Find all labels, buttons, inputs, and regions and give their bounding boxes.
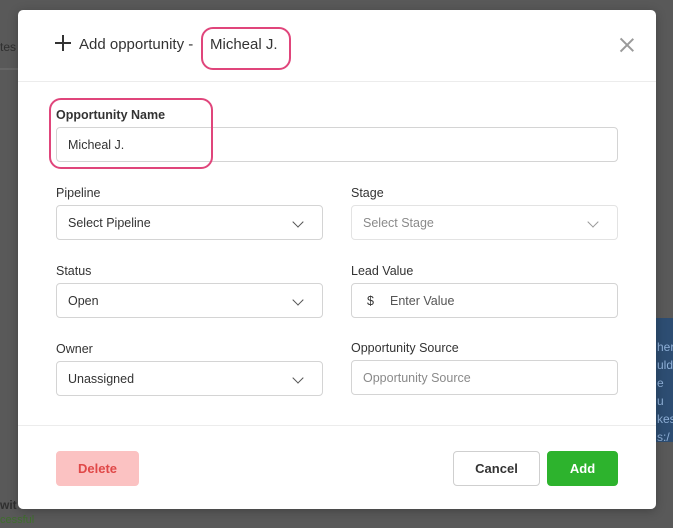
stage-placeholder: Select Stage [363,216,434,230]
background-status-text: cessful [0,514,35,526]
opportunity-source-label: Opportunity Source [351,341,459,355]
background-fragment: wit [0,498,17,512]
modal-title: Add opportunity - [79,36,194,53]
status-label: Status [56,264,92,278]
background-fragment: s:/ [657,430,670,444]
lead-value-placeholder: Enter Value [390,294,455,308]
status-select[interactable]: Open [56,283,323,318]
background-fragment: e u [657,376,664,408]
owner-value: Unassigned [68,372,135,386]
stage-label: Stage [351,186,384,200]
close-icon[interactable] [620,38,634,52]
background-fragment: kes [657,412,673,426]
footer-divider [18,425,656,426]
modal-header: Add opportunity - Micheal J. [18,10,656,82]
background-fragment: tes [0,40,17,54]
stage-select[interactable]: Select Stage [351,205,618,240]
lead-value-input[interactable]: $ Enter Value [351,283,618,318]
chevron-down-icon [292,294,304,306]
opportunity-source-placeholder: Opportunity Source [363,371,471,385]
background-info-panel: her uld e u kes s:/ [656,318,673,444]
highlight-annotation [201,27,291,70]
status-value: Open [68,294,99,308]
opportunity-source-input[interactable]: Opportunity Source [351,360,618,395]
background-fragment: uld [657,358,673,372]
background-header-band [0,68,18,70]
chevron-down-icon [292,372,304,384]
chevron-down-icon [587,216,599,228]
owner-select[interactable]: Unassigned [56,361,323,396]
delete-button[interactable]: Delete [56,451,139,486]
owner-label: Owner [56,342,93,356]
highlight-annotation [49,98,213,169]
currency-symbol: $ [367,294,374,308]
lead-value-label: Lead Value [351,264,414,278]
pipeline-label: Pipeline [56,186,101,200]
pipeline-value: Select Pipeline [68,216,151,230]
plus-icon [55,35,71,51]
background-fragment: her [657,340,673,354]
cancel-button[interactable]: Cancel [453,451,540,486]
pipeline-select[interactable]: Select Pipeline [56,205,323,240]
chevron-down-icon [292,216,304,228]
add-opportunity-modal: Add opportunity - Micheal J. Opportunity… [18,10,656,509]
add-button[interactable]: Add [547,451,618,486]
